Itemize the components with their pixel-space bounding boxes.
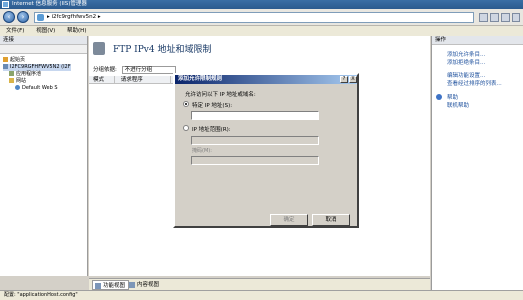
ok-button[interactable]: 确定 [270,214,308,226]
cancel-button[interactable]: 取消 [312,214,350,226]
tree-item-sites[interactable]: 网站 [9,78,26,85]
menu-bar: 文件(F) 视图(V) 帮助(H) [0,26,523,36]
address-path-field[interactable]: ▸ i2fc9rgfhfwv5n2 ▸ [34,12,474,23]
help-circle-icon [436,94,442,100]
content-view-icon [129,282,135,288]
specific-ip-label: 特定 IP 地址(S): [192,103,233,109]
groupby-label: 分组依据: [93,67,117,73]
window-title: Internet 信息服务 (IIS)管理器 [12,1,87,7]
server-icon [37,14,44,21]
tab-content-view[interactable]: 内容视图 [127,280,162,290]
help-icon[interactable] [512,13,520,22]
action-online-help[interactable]: 联机帮助 [447,101,469,109]
window-title-bar: Internet 信息服务 (IIS)管理器 [0,0,523,9]
globe-icon [15,85,20,90]
connections-header: 连接 [0,36,87,45]
forward-arrow-icon[interactable]: › [17,11,29,23]
start-page-icon [3,57,8,62]
mask-label: 掩码(M): [192,148,212,154]
actions-header: 操作 [432,36,523,45]
action-help[interactable]: 帮助 [447,93,458,101]
view-tabs: 功能视图 内容视图 [89,278,430,290]
dialog-close-button[interactable]: X [349,76,357,83]
tree-item-app-pools[interactable]: 应用程序池 [9,71,41,78]
page-title: FTP IPv4 地址和域限制 [113,45,212,55]
back-arrow-icon[interactable]: ‹ [3,11,15,23]
stop-icon[interactable] [490,13,499,22]
server-node-icon [3,64,8,69]
groupby-control: 分组依据: 不进行分组 [93,65,176,74]
address-separator-end: ▸ [97,14,101,20]
ip-range-label: IP 地址范围(R): [192,127,231,133]
column-requester[interactable]: 请求程序 [117,76,171,84]
menu-help[interactable]: 帮助(H) [67,28,86,34]
specific-ip-input[interactable] [191,111,319,120]
action-add-deny[interactable]: 添加拒绝条目... [447,58,485,66]
menu-view[interactable]: 视图(V) [36,28,55,34]
folder-icon [9,78,14,83]
menu-file[interactable]: 文件(F) [6,28,24,34]
action-view-ordered[interactable]: 查看经过排序的列表... [447,79,502,87]
column-mode[interactable]: 模式 [89,76,115,84]
action-add-allow[interactable]: 添加允许条目... [447,50,485,58]
status-bar: 配置: "applicationHost.config" [0,290,523,300]
iis-app-icon [2,1,9,8]
dialog-help-button[interactable]: ? [340,76,348,83]
ip-range-input[interactable] [191,136,319,145]
radio-specific-ip[interactable] [183,101,189,107]
action-edit-settings[interactable]: 编辑功能设置... [447,71,485,79]
address-separator: ▸ [47,14,50,20]
refresh-icon[interactable] [479,13,488,22]
radio-ip-range[interactable] [183,125,189,131]
dialog-description: 允许访问以下 IP 地址或域名: [185,92,256,98]
address-path: i2fc9rgfhfwv5n2 [51,14,97,20]
connections-toolbar [0,45,87,54]
ip-restriction-icon [93,42,105,55]
home-icon[interactable] [501,13,510,22]
address-bar: ‹ › ▸ i2fc9rgfhfwv5n2 ▸ [0,9,523,26]
tree-item-server[interactable]: I2FC9RGFHFWV5N2 (I2F [3,64,71,71]
features-view-icon [95,283,101,289]
connections-panel: 连接 起始页 I2FC9RGFHFWV5N2 (I2F 应用程序池 网站 Def… [0,36,88,276]
mask-input[interactable] [191,156,319,165]
add-allow-rule-dialog: 添加允许限制规则 ? X 允许访问以下 IP 地址或域名: 特定 IP 地址(S… [173,73,359,228]
tree-item-default-site[interactable]: Default Web S [15,85,58,92]
dialog-title: 添加允许限制规则 [175,75,357,84]
tree-item-start-page[interactable]: 起始页 [3,57,25,64]
tab-features-view[interactable]: 功能视图 [92,280,130,290]
app-pool-icon [9,71,14,76]
groupby-select[interactable]: 不进行分组 [121,65,176,74]
actions-panel: 操作 添加允许条目... 添加拒绝条目... 编辑功能设置... 查看经过排序的… [431,36,523,290]
